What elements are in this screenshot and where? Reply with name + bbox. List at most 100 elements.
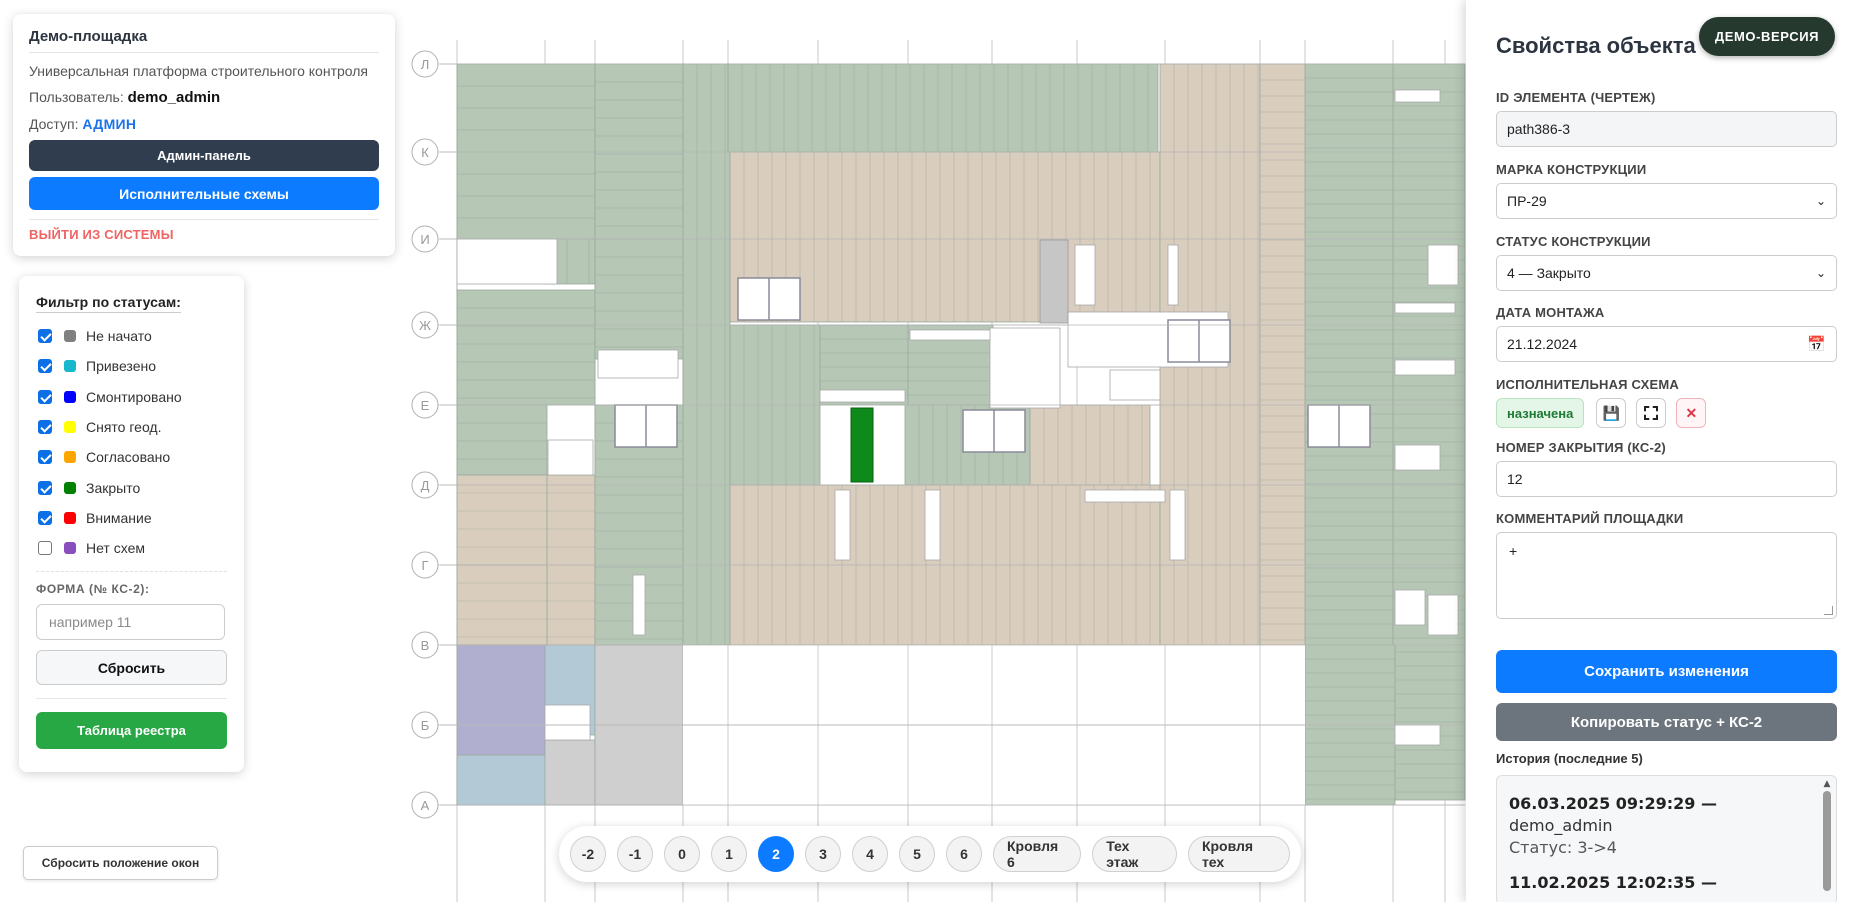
select-area-button[interactable] — [1636, 398, 1667, 428]
floor-button[interactable]: 1 — [711, 836, 747, 872]
closing-number-input[interactable]: 12 — [1496, 461, 1837, 497]
scheme-status-badge: назначена — [1496, 398, 1585, 428]
ks2-form-label: ФОРМА (№ КС-2): — [36, 582, 150, 597]
construction-status-label: СТАТУС КОНСТРУКЦИИ — [1496, 234, 1651, 249]
copy-status-button[interactable]: Копировать статус + КС-2 — [1496, 703, 1837, 741]
opening — [597, 349, 679, 379]
status-color-swatch — [64, 481, 76, 494]
ks2-form-input[interactable] — [36, 604, 225, 641]
floor-button[interactable]: 5 — [899, 836, 935, 872]
history-date: 11.02.2025 12:02:35 — — [1509, 873, 1717, 892]
floor-button[interactable]: Кровля тех — [1187, 836, 1290, 872]
status-checkbox[interactable] — [38, 420, 52, 435]
closing-number-value: 12 — [1507, 471, 1523, 487]
floor-button[interactable]: 0 — [664, 836, 700, 872]
status-label: Смонтировано — [86, 388, 182, 405]
status-color-swatch — [64, 360, 76, 373]
platform-subtitle: Универсальная платформа строительного ко… — [29, 63, 369, 79]
status-checkbox[interactable] — [38, 510, 52, 525]
scrollbar-thumb[interactable] — [1823, 791, 1831, 891]
history-list[interactable]: 06.03.2025 09:29:29 — demo_admin Статус:… — [1496, 775, 1837, 902]
floppy-disk-icon: 💾 — [1602, 404, 1621, 421]
status-color-swatch — [64, 421, 76, 434]
status-filter-item[interactable]: Закрыто — [36, 472, 227, 502]
slab — [1029, 404, 1151, 486]
slab — [1259, 63, 1311, 646]
status-color-swatch — [64, 542, 76, 555]
construction-status-select[interactable]: 4 — Закрыто ⌄ — [1496, 255, 1837, 291]
slab — [1392, 63, 1466, 801]
status-filter-item[interactable]: Снято геод. — [36, 412, 227, 442]
floor-button[interactable]: 4 — [852, 836, 888, 872]
floor-button[interactable]: -2 — [570, 836, 606, 872]
status-checkbox[interactable] — [38, 541, 52, 556]
admin-panel-button[interactable]: Админ-панель — [29, 140, 379, 171]
mounting-date-input[interactable]: 21.12.2024 📅 — [1496, 326, 1837, 362]
status-checkbox[interactable] — [38, 359, 52, 374]
status-checkbox[interactable] — [38, 480, 52, 495]
opening — [1074, 244, 1096, 306]
user-label: Пользователь: — [29, 89, 124, 105]
opening — [547, 439, 594, 476]
history-status: Статус: 3->4 — [1509, 838, 1617, 857]
remove-scheme-button[interactable]: ✕ — [1676, 398, 1707, 428]
element-id-label: ID ЭЛЕМЕНТА (ЧЕРТЕЖ) — [1496, 90, 1656, 105]
site-comment-textarea[interactable]: + — [1496, 532, 1837, 619]
construction-mark-label: МАРКА КОНСТРУКЦИИ — [1496, 162, 1647, 177]
slab — [456, 564, 548, 646]
opening — [1394, 89, 1441, 103]
as-built-scheme-row: назначена 💾 ✕ — [1496, 398, 1837, 428]
site-comment-value: + — [1509, 543, 1518, 559]
opening — [544, 704, 591, 741]
axis-label: Л — [421, 57, 430, 72]
floor-button[interactable]: 6 — [946, 836, 982, 872]
opening — [1394, 359, 1456, 376]
status-filter-item[interactable]: Согласовано — [36, 442, 227, 472]
status-checkbox[interactable] — [38, 329, 52, 344]
as-built-schemes-button[interactable]: Исполнительные схемы — [29, 177, 379, 210]
status-filter-item[interactable]: Привезено — [36, 351, 227, 381]
close-icon: ✕ — [1685, 404, 1698, 421]
slab — [727, 63, 1159, 153]
plan-slabs[interactable] — [420, 63, 1466, 806]
user-line: Пользователь: demo_admin — [29, 89, 379, 106]
calendar-icon[interactable]: 📅 — [1807, 335, 1826, 353]
axis-label: Б — [421, 718, 430, 733]
floor-button[interactable]: -1 — [617, 836, 653, 872]
status-label: Нет схем — [86, 540, 145, 557]
status-checkbox[interactable] — [38, 389, 52, 404]
reset-filter-button[interactable]: Сбросить — [36, 650, 227, 686]
save-scheme-button[interactable]: 💾 — [1596, 398, 1627, 428]
status-color-swatch — [64, 330, 76, 343]
logout-link[interactable]: ВЫЙТИ ИЗ СИСТЕМЫ — [29, 227, 379, 242]
access-line: Доступ: АДМИН — [29, 116, 379, 132]
mounting-date-label: ДАТА МОНТАЖА — [1496, 305, 1605, 320]
opening — [1394, 589, 1426, 626]
construction-status-value: 4 — Закрыто — [1507, 265, 1591, 281]
history-scrollbar[interactable]: ▲ — [1821, 779, 1833, 902]
opening — [1394, 302, 1456, 314]
slab — [456, 474, 548, 566]
status-filter-item[interactable]: Не начато — [36, 321, 227, 351]
status-label: Согласовано — [86, 449, 171, 466]
divider — [36, 698, 227, 700]
floor-button[interactable]: Кровля 6 — [993, 836, 1082, 872]
scroll-up-icon[interactable]: ▲ — [1821, 779, 1833, 789]
reset-window-positions-button[interactable]: Сбросить положение окон — [23, 846, 218, 880]
status-checkbox[interactable] — [38, 450, 52, 465]
status-color-swatch — [64, 390, 76, 403]
floor-button[interactable]: 2 — [758, 836, 794, 872]
floor-button[interactable]: 3 — [805, 836, 841, 872]
status-filter-item[interactable]: Нет схем — [36, 533, 227, 563]
status-list: Не начато Привезено Смонтировано Снято геод… — [36, 321, 227, 563]
slab — [1304, 63, 1396, 665]
status-label: Внимание — [86, 509, 152, 526]
save-changes-button[interactable]: Сохранить изменения — [1496, 650, 1837, 693]
construction-mark-select[interactable]: ПР-29 ⌄ — [1496, 183, 1837, 219]
floor-button[interactable]: Тех этаж — [1092, 836, 1177, 872]
registry-table-button[interactable]: Таблица реестра — [36, 712, 227, 750]
status-filter-item[interactable]: Внимание — [36, 503, 227, 533]
status-filter-item[interactable]: Смонтировано — [36, 382, 227, 412]
axis-label: К — [421, 145, 429, 160]
select-area-icon — [1644, 406, 1659, 420]
